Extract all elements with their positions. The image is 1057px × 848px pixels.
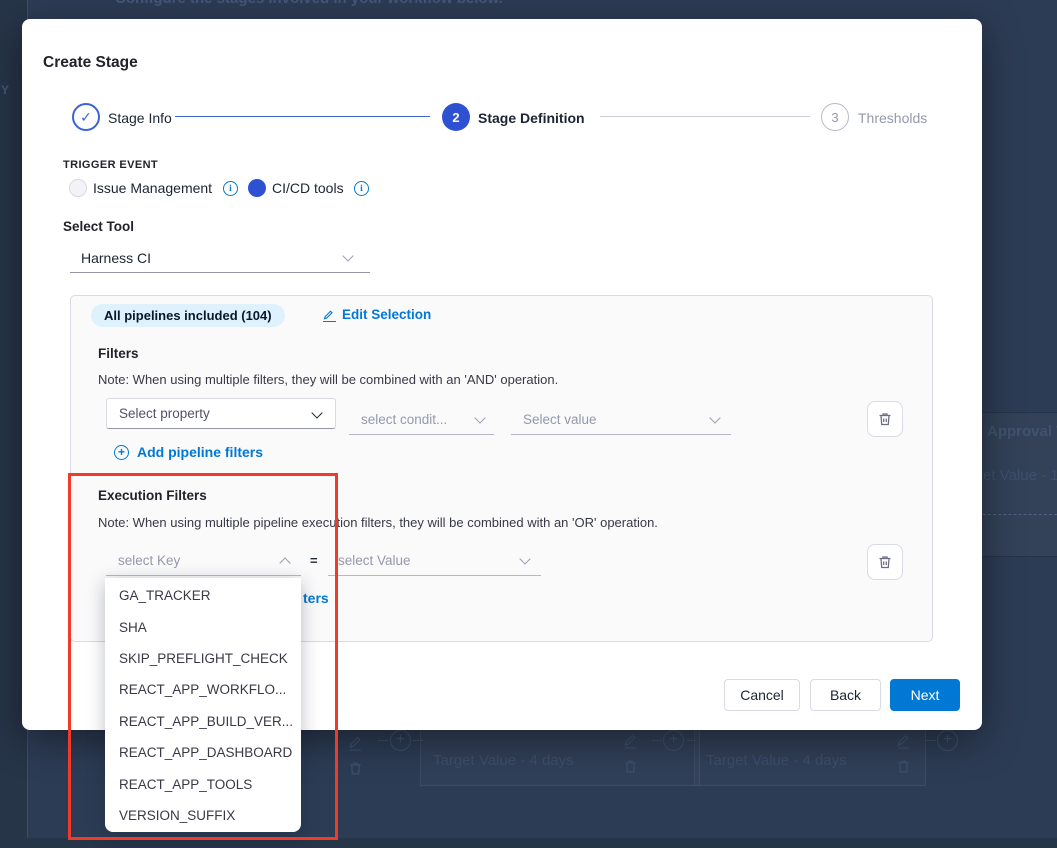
connector-dash [652, 740, 662, 741]
chevron-up-icon [279, 557, 290, 568]
step-label-thresholds: Thresholds [858, 110, 927, 126]
step-number: 2 [452, 110, 459, 125]
add-execution-filters-link-partial[interactable]: ters [303, 590, 329, 606]
step-todo-badge[interactable]: 3 [821, 103, 849, 131]
property-select[interactable]: Select property [106, 398, 336, 429]
radio-issue-management-label[interactable]: Issue Management [93, 180, 212, 196]
stepper-connector [175, 116, 430, 117]
check-icon: ✓ [80, 109, 92, 126]
filters-heading: Filters [98, 346, 139, 361]
background-page-subtitle: Configure the stages involved in your wo… [115, 0, 503, 7]
tool-select[interactable]: Harness CI [70, 243, 370, 273]
add-stage-icon: + [390, 730, 411, 751]
background-sidebar-letter: Y [1, 83, 9, 97]
trash-icon [622, 758, 639, 775]
workflow-screen: Configure the stages involved in your wo… [0, 0, 1057, 848]
delete-execution-filter-button[interactable] [867, 544, 903, 580]
chevron-down-icon [342, 250, 353, 261]
value-select[interactable]: Select value [511, 405, 731, 435]
background-dashed-divider [983, 514, 1057, 515]
chevron-down-icon [311, 407, 322, 418]
add-stage-icon: + [937, 730, 958, 751]
plus-circle-icon: + [114, 445, 129, 460]
step-active-badge[interactable]: 2 [442, 103, 470, 131]
execution-value-select[interactable]: select Value [328, 546, 541, 576]
trash-icon [877, 554, 893, 570]
pipelines-included-pill[interactable]: All pipelines included (104) [91, 304, 285, 327]
chevron-down-icon [519, 553, 530, 564]
trash-icon [347, 760, 364, 777]
pencil-icon [895, 733, 912, 750]
execution-key-dropdown: GA_TRACKER SHA SKIP_PREFLIGHT_CHECK REAC… [105, 578, 301, 832]
execution-key-placeholder: select Key [106, 553, 180, 568]
execution-filters-heading: Execution Filters [98, 488, 207, 503]
step-done-icon[interactable]: ✓ [72, 103, 100, 131]
connector-dash [926, 740, 936, 741]
execution-value-placeholder: select Value [328, 553, 411, 568]
select-tool-label: Select Tool [63, 219, 134, 234]
dropdown-option[interactable]: GA_TRACKER [105, 580, 301, 611]
step-label-stage-definition: Stage Definition [478, 110, 585, 126]
add-pipeline-filters-label: Add pipeline filters [137, 444, 263, 460]
next-button[interactable]: Next [890, 679, 960, 711]
condition-select[interactable]: select condit... [349, 405, 494, 435]
radio-cicd-tools[interactable] [248, 179, 266, 197]
background-bottom-strip [0, 838, 1057, 848]
dropdown-option[interactable]: REACT_APP_WORKFLO... [105, 674, 301, 705]
value-select-placeholder: Select value [511, 412, 597, 427]
modal-title: Create Stage [43, 54, 138, 72]
execution-key-select[interactable]: select Key [106, 546, 301, 576]
radio-cicd-tools-label[interactable]: CI/CD tools [272, 180, 344, 196]
pencil-icon [622, 733, 639, 750]
dropdown-option[interactable]: REACT_APP_TOOLS [105, 768, 301, 799]
property-select-placeholder: Select property [119, 406, 210, 421]
edit-selection-link[interactable]: Edit Selection [323, 307, 431, 322]
radio-issue-management[interactable] [69, 179, 87, 197]
tool-select-value: Harness CI [70, 250, 151, 266]
add-pipeline-filters-link[interactable]: + Add pipeline filters [114, 444, 263, 460]
edit-selection-label: Edit Selection [342, 307, 431, 322]
trigger-event-label: TRIGGER EVENT [63, 159, 158, 171]
step-label-stage-info: Stage Info [108, 110, 172, 126]
add-stage-icon: + [663, 730, 684, 751]
dropdown-option[interactable]: VERSION_SUFFIX [105, 800, 301, 831]
step-number: 3 [831, 110, 838, 125]
stepper-connector [600, 116, 810, 117]
dropdown-option[interactable]: SHA [105, 611, 301, 642]
info-icon[interactable]: i [223, 181, 238, 196]
chevron-down-icon [474, 412, 485, 423]
equals-sign: = [310, 553, 318, 568]
filters-note: Note: When using multiple filters, they … [98, 372, 558, 387]
dropdown-option[interactable]: REACT_APP_BUILD_VER... [105, 706, 301, 737]
dropdown-option[interactable]: REACT_APP_DASHBOARD [105, 737, 301, 768]
dropdown-option[interactable]: SKIP_PREFLIGHT_CHECK [105, 643, 301, 674]
stage-card-label: Target Value - 4 days [433, 752, 574, 769]
cancel-button[interactable]: Cancel [724, 679, 800, 711]
trash-icon [895, 758, 912, 775]
info-icon[interactable]: i [354, 181, 369, 196]
connector-dash [378, 740, 388, 741]
condition-select-placeholder: select condit... [349, 412, 447, 427]
execution-filters-note: Note: When using multiple pipeline execu… [98, 515, 658, 530]
trash-icon [877, 411, 893, 427]
stage-card-label: Target Value - 4 days [706, 752, 847, 769]
pencil-icon [347, 735, 364, 752]
chevron-down-icon [709, 412, 720, 423]
background-target-value-label: et Value - 1 [983, 467, 1057, 484]
edit-icon [323, 307, 336, 322]
delete-filter-button[interactable] [867, 401, 903, 437]
back-button[interactable]: Back [810, 679, 881, 711]
background-approval-time-label: Approval Ti [987, 423, 1057, 440]
